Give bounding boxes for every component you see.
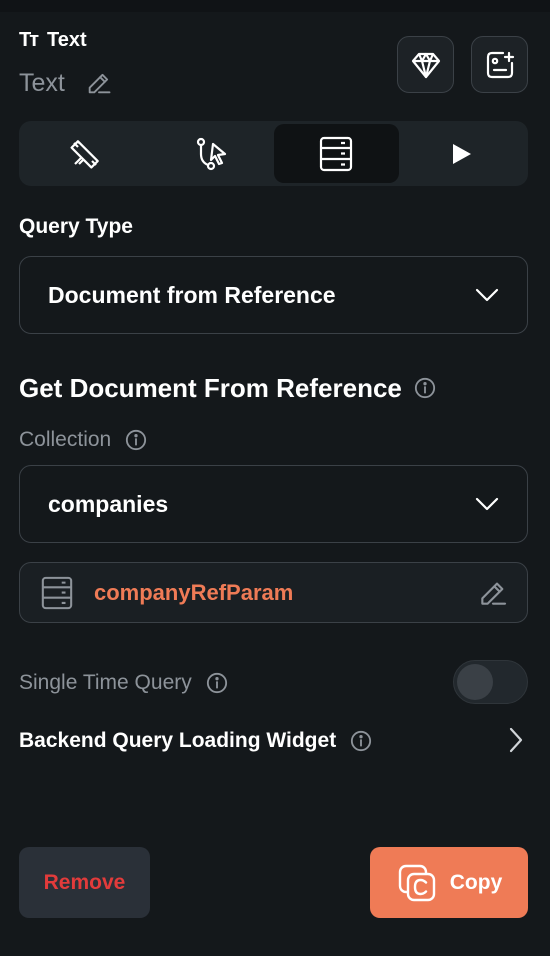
database-icon [41, 576, 73, 609]
text-type-icon: Tт [19, 29, 39, 51]
edit-pencil-icon[interactable] [477, 577, 509, 609]
collection-dropdown[interactable]: companies [19, 465, 528, 543]
info-icon[interactable] [125, 429, 147, 451]
property-tabs [19, 121, 528, 186]
gem-icon [411, 52, 440, 78]
info-icon[interactable] [350, 730, 372, 752]
document-reference-field[interactable]: companyRefParam [19, 562, 528, 623]
add-widget-button[interactable] [471, 36, 528, 93]
tab-run[interactable] [399, 124, 525, 183]
chevron-right-icon[interactable] [504, 727, 528, 753]
query-type-dropdown[interactable]: Document from Reference [19, 256, 528, 334]
design-ruler-icon [70, 139, 99, 169]
add-square-icon [486, 51, 514, 78]
play-icon [453, 143, 472, 164]
reference-value: companyRefParam [94, 579, 294, 605]
tab-actions[interactable] [148, 124, 274, 183]
edit-name-pencil-icon[interactable] [85, 69, 113, 97]
chevron-down-icon [475, 497, 499, 511]
copy-label: Copy [449, 870, 503, 894]
single-time-query-label: Single Time Query [19, 671, 192, 694]
info-icon[interactable] [414, 377, 436, 399]
tab-backend-query[interactable] [273, 124, 400, 183]
widget-name-row: Text [19, 68, 113, 98]
widget-type-label: Text [47, 29, 87, 51]
collection-value: companies [48, 490, 169, 517]
panel-top-divider [0, 0, 550, 12]
remove-button[interactable]: Remove [19, 847, 150, 918]
actions-flow-icon [196, 137, 226, 170]
properties-panel: Tт Text Text Query Type Document from Re… [0, 0, 550, 956]
copy-icon [398, 864, 435, 901]
backend-query-icon [320, 136, 353, 171]
loading-widget-row[interactable]: Backend Query Loading Widget [19, 728, 372, 754]
info-icon[interactable] [206, 672, 228, 694]
toggle-knob [457, 664, 493, 700]
premium-gem-button[interactable] [397, 36, 454, 93]
tab-properties[interactable] [22, 124, 148, 183]
single-time-query-toggle[interactable] [453, 660, 528, 704]
section-title: Get Document From Reference [19, 373, 402, 403]
collection-label-row: Collection [19, 427, 147, 453]
loading-widget-label: Backend Query Loading Widget [19, 729, 337, 752]
query-type-label: Query Type [19, 215, 133, 238]
widget-name: Text [19, 69, 65, 97]
copy-button[interactable]: Copy [370, 847, 528, 918]
widget-type-header: Tт Text [19, 28, 87, 52]
query-type-value: Document from Reference [48, 281, 336, 308]
single-time-query-row: Single Time Query [19, 670, 228, 696]
chevron-down-icon [475, 288, 499, 302]
collection-label: Collection [19, 428, 112, 451]
section-title-row: Get Document From Reference [19, 372, 436, 404]
